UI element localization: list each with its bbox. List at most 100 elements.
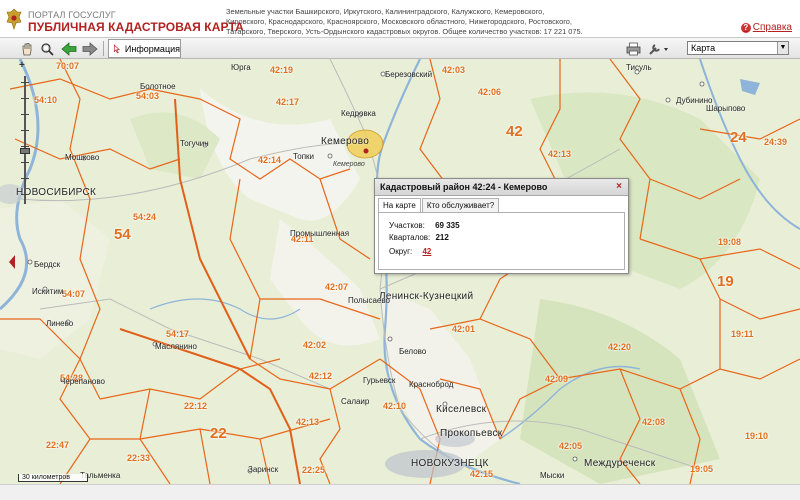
map-layer-select[interactable]: Карта ▼ — [687, 41, 789, 55]
city-label: Киселевск — [436, 404, 487, 415]
region-label: 42:07 — [325, 282, 349, 292]
map-layer-value: Карта — [691, 43, 716, 53]
collapse-panel-arrow-icon[interactable] — [9, 255, 15, 269]
pan-hand-button[interactable] — [18, 40, 35, 57]
okrug-number-label: 19 — [717, 273, 734, 290]
region-label: 22:12 — [184, 401, 208, 411]
quarters-label: Кварталов: — [389, 233, 431, 242]
wrench-icon — [649, 43, 668, 55]
tab-on-map[interactable]: На карте — [378, 198, 421, 213]
zoom-tick — [21, 114, 29, 115]
quarters-row: Кварталов: 212 — [389, 233, 449, 242]
region-label: 42:10 — [383, 401, 407, 411]
zoom-tick — [21, 194, 29, 195]
zoom-handle[interactable] — [20, 148, 30, 154]
region-label: 42:14 — [258, 155, 282, 165]
region-label: 22:25 — [302, 465, 326, 475]
town-label: Промышленная — [290, 229, 350, 238]
portal-name[interactable]: ПОРТАЛ ГОСУСЛУГ — [28, 10, 116, 20]
help-icon: ? — [740, 22, 751, 33]
town-label: Юрга — [231, 63, 251, 72]
parcels-value: 69 335 — [435, 221, 460, 230]
app-title[interactable]: ПУБЛИЧНАЯ КАДАСТРОВАЯ КАРТА — [28, 20, 244, 34]
region-label: 19:05 — [690, 464, 714, 474]
region-label: 42:02 — [303, 340, 327, 350]
region-label: 54:10 — [34, 95, 58, 105]
region-label: 54:07 — [62, 289, 86, 299]
okrug-number-label: 42 — [506, 123, 523, 140]
okrug-link[interactable]: 42 — [422, 247, 431, 256]
region-label: 54:17 — [166, 329, 190, 339]
town-label: Маслянино — [155, 342, 197, 351]
forward-button[interactable] — [81, 40, 98, 57]
city-label: Ленинск-Кузнецкий — [379, 291, 474, 302]
region-label: 19:10 — [745, 431, 769, 441]
cadastral-info-popup: Кадастровый район 42:24 - Кемерово × На … — [374, 178, 629, 274]
zoom-box-button[interactable] — [38, 40, 55, 57]
close-icon[interactable]: × — [616, 181, 622, 192]
city-label: Кемерово — [321, 136, 370, 147]
regions-description: Земельные участки Башкирского, Иркутског… — [226, 7, 583, 36]
region-label: 42:17 — [276, 97, 300, 107]
popup-title: Кадастровый район 42:24 - Кемерово — [375, 179, 628, 196]
region-label: 42:13 — [548, 149, 572, 159]
region-label: 42:05 — [559, 441, 583, 451]
town-label: Кемерово — [333, 161, 365, 168]
town-label: Топки — [293, 152, 315, 161]
town-label: Шарыпово — [706, 104, 746, 113]
parcels-label: Участков: — [389, 221, 425, 230]
region-label: 19:11 — [731, 329, 754, 339]
zoom-in-button[interactable]: + — [19, 60, 25, 71]
town-label: Искитим — [32, 287, 64, 296]
region-label: 42:06 — [478, 87, 502, 97]
town-label: Бердск — [34, 260, 61, 269]
region-label: 54:24 — [133, 212, 157, 222]
hand-icon — [22, 42, 31, 55]
help-link[interactable]: ? Справка — [740, 22, 792, 33]
town-label: Мыски — [540, 471, 565, 480]
popup-body: Участков: 69 335 Кварталов: 212 Округ: 4… — [378, 212, 625, 270]
tab-who-serves[interactable]: Кто обслуживает? — [421, 198, 500, 213]
okrug-row: Округ: 42 — [389, 247, 431, 256]
scale-bar: 30 километров — [18, 474, 88, 482]
okrug-number-label: 54 — [114, 226, 131, 243]
coat-of-arms-icon — [6, 8, 22, 30]
arrow-left-icon — [60, 41, 76, 56]
parcels-row: Участков: 69 335 — [389, 221, 460, 230]
region-label: 42:12 — [309, 371, 333, 381]
region-label: 42:09 — [545, 374, 569, 384]
town-label: Березовский — [385, 70, 433, 79]
city-label: НОВОКУЗНЕЦК — [411, 458, 489, 469]
town-label: Красноброд — [409, 380, 454, 389]
town-label: Тисуль — [626, 63, 652, 72]
region-label: 42:13 — [296, 417, 320, 427]
information-label: Информация — [124, 43, 180, 54]
chevron-down-icon[interactable]: ▼ — [777, 42, 788, 54]
region-label: 42:19 — [270, 65, 294, 75]
information-button[interactable]: Информация — [108, 39, 181, 58]
print-button[interactable] — [625, 40, 642, 57]
app-window: ПОРТАЛ ГОСУСЛУГ ПУБЛИЧНАЯ КАДАСТРОВАЯ КА… — [0, 0, 800, 500]
region-label: 54:03 — [136, 91, 160, 101]
zoom-slider[interactable] — [20, 72, 30, 207]
quarters-value: 212 — [435, 233, 449, 242]
region-label: 24:39 — [764, 137, 788, 147]
town-label: Полысаево — [348, 296, 390, 305]
region-label: 42:01 — [452, 324, 476, 334]
city-label: Прокопьевск — [440, 428, 503, 439]
okrug-label: Округ: — [389, 247, 413, 256]
town-label: Тогучин — [180, 139, 209, 148]
zoom-tick — [21, 146, 29, 147]
region-label: 70:07 — [56, 61, 80, 71]
city-label: Междуреченск — [584, 458, 656, 469]
toolbar-separator — [103, 41, 104, 56]
region-label: 42:20 — [608, 342, 632, 352]
town-label: Заринск — [248, 465, 279, 474]
status-bar — [0, 484, 800, 500]
region-label: 42:15 — [470, 469, 494, 479]
back-button[interactable] — [60, 40, 77, 57]
okrug-number-label: 24 — [730, 129, 747, 146]
tools-dropdown-button[interactable] — [647, 40, 671, 57]
zoom-tick — [21, 178, 29, 179]
help-label: Справка — [752, 22, 792, 33]
